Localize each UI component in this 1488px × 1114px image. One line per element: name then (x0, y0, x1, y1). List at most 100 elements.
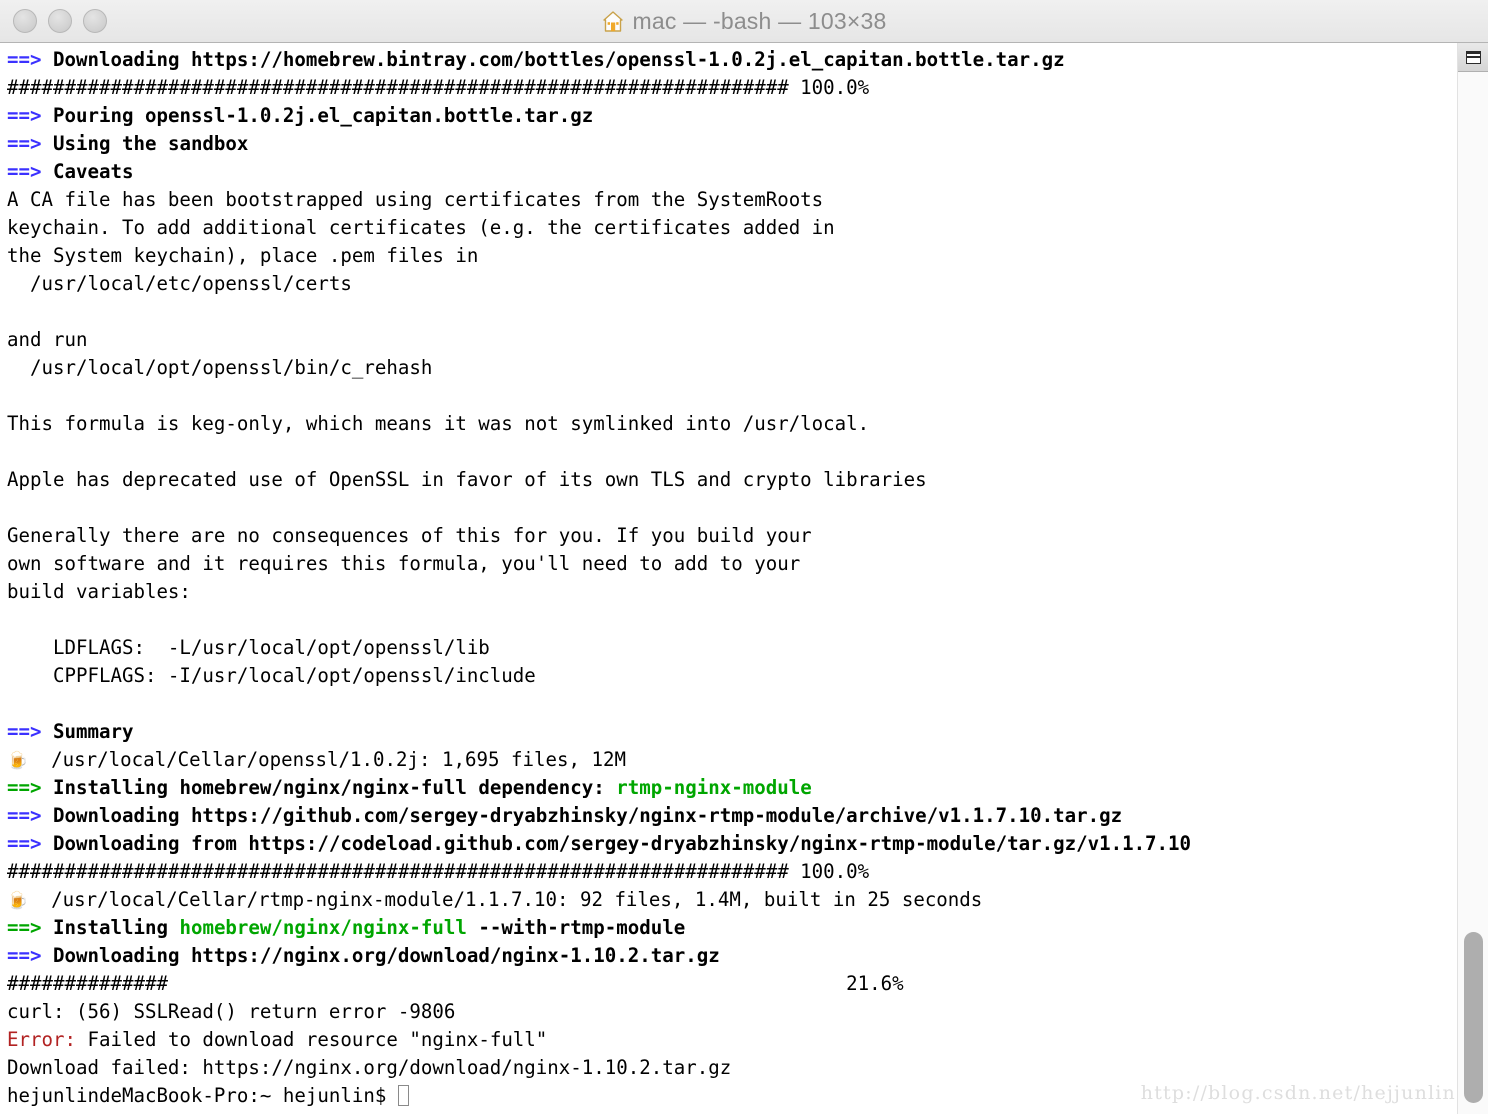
terminal-line: keychain. To add additional certificates… (7, 214, 1488, 242)
terminal-span: ==> (7, 832, 42, 855)
terminal-span: Caveats (41, 160, 134, 183)
terminal-line: ==> Downloading https://nginx.org/downlo… (7, 942, 1488, 970)
terminal-line: 🍺 /usr/local/Cellar/rtmp-nginx-module/1.… (7, 886, 1488, 914)
terminal-line: Generally there are no consequences of t… (7, 522, 1488, 550)
terminal-span: ==> (7, 48, 42, 71)
window-title-container: mac — -bash — 103×38 (0, 0, 1488, 42)
terminal-span: Using the sandbox (41, 132, 249, 155)
terminal-line: ########################################… (7, 858, 1488, 886)
terminal-line: A CA file has been bootstrapped using ce… (7, 186, 1488, 214)
terminal-span: Downloading from https://codeload.github… (41, 832, 1192, 855)
terminal-span: Pouring openssl-1.0.2j.el_capitan.bottle… (41, 104, 594, 127)
terminal-span: /usr/local/Cellar/rtmp-nginx-module/1.1.… (28, 888, 983, 911)
terminal-line: Download failed: https://nginx.org/downl… (7, 1054, 1488, 1082)
terminal-span: homebrew/nginx/nginx-full (179, 916, 467, 939)
terminal-span: curl: (56) SSLRead() return error -9806 (7, 1000, 456, 1023)
terminal-line: ==> Downloading https://homebrew.bintray… (7, 46, 1488, 74)
zoom-button[interactable] (83, 9, 107, 33)
terminal-span: the System keychain), place .pem files i… (7, 244, 479, 267)
terminal-span: ==> (7, 944, 42, 967)
terminal-span: rtmp-nginx-module (616, 776, 812, 799)
terminal-line: ==> Downloading from https://codeload.gi… (7, 830, 1488, 858)
terminal-line: ==> Downloading https://github.com/serge… (7, 802, 1488, 830)
terminal-cursor (397, 1085, 409, 1106)
terminal-line: CPPFLAGS: -I/usr/local/opt/openssl/inclu… (7, 662, 1488, 690)
home-icon (602, 10, 624, 33)
terminal-line: Error: Failed to download resource "ngin… (7, 1026, 1488, 1054)
terminal-span: hejunlindeMacBook-Pro:~ hejunlin$ (7, 1084, 398, 1107)
terminal-line: ############## 21.6% (7, 970, 1488, 998)
close-button[interactable] (13, 9, 37, 33)
terminal-window: mac — -bash — 103×38 ==> Downloading htt… (0, 0, 1488, 1114)
terminal-span: 🍺 (7, 751, 29, 771)
terminal-span: Download failed: https://nginx.org/downl… (7, 1056, 732, 1079)
terminal-screen[interactable]: ==> Downloading https://homebrew.bintray… (7, 46, 1488, 1110)
terminal-span: 🍺 (7, 891, 29, 911)
terminal-span: ############## 21.6% (7, 972, 904, 995)
terminal-line: ==> Summary (7, 718, 1488, 746)
terminal-line: ==> Using the sandbox (7, 130, 1488, 158)
terminal-line: ==> Installing homebrew/nginx/nginx-full… (7, 774, 1488, 802)
terminal-marks-icon[interactable] (1458, 43, 1488, 72)
terminal-body[interactable]: ==> Downloading https://homebrew.bintray… (0, 43, 1488, 1114)
terminal-line: and run (7, 326, 1488, 354)
terminal-span: ########################################… (7, 76, 870, 99)
terminal-span: A CA file has been bootstrapped using ce… (7, 188, 824, 211)
terminal-line: ==> Caveats (7, 158, 1488, 186)
terminal-span: Installing homebrew/nginx/nginx-full dep… (41, 776, 617, 799)
terminal-line: /usr/local/opt/openssl/bin/c_rehash (7, 354, 1488, 382)
terminal-line: 🍺 /usr/local/Cellar/openssl/1.0.2j: 1,69… (7, 746, 1488, 774)
terminal-line: build variables: (7, 578, 1488, 606)
terminal-span: Installing (41, 916, 180, 939)
terminal-span: LDFLAGS: -L/usr/local/opt/openssl/lib (7, 636, 490, 659)
terminal-line: LDFLAGS: -L/usr/local/opt/openssl/lib (7, 634, 1488, 662)
window-title-text: mac — -bash — 103×38 (632, 7, 887, 34)
terminal-span: Downloading https://homebrew.bintray.com… (41, 48, 1065, 71)
scrollbar-thumb[interactable] (1464, 931, 1483, 1104)
terminal-span: ==> (7, 804, 42, 827)
terminal-span: ########################################… (7, 860, 870, 883)
terminal-line: curl: (56) SSLRead() return error -9806 (7, 998, 1488, 1026)
terminal-span: ==> (7, 776, 42, 799)
terminal-line: ########################################… (7, 74, 1488, 102)
terminal-span: build variables: (7, 580, 191, 603)
terminal-span: ==> (7, 160, 42, 183)
terminal-span: ==> (7, 132, 42, 155)
terminal-line: own software and it requires this formul… (7, 550, 1488, 578)
terminal-span: Downloading https://nginx.org/download/n… (41, 944, 720, 967)
terminal-line: Apple has deprecated use of OpenSSL in f… (7, 466, 1488, 494)
list-lines-icon (1465, 50, 1481, 64)
minimize-button[interactable] (48, 9, 72, 33)
terminal-line: This formula is keg-only, which means it… (7, 410, 1488, 438)
terminal-line: ==> Installing homebrew/nginx/nginx-full… (7, 914, 1488, 942)
window-controls (13, 9, 107, 33)
terminal-span: own software and it requires this formul… (7, 552, 801, 575)
terminal-span: --with-rtmp-module (466, 916, 686, 939)
watermark-text: http://blog.csdn.net/hejjunlin (1140, 1082, 1456, 1104)
terminal-span: CPPFLAGS: -I/usr/local/opt/openssl/inclu… (7, 664, 536, 687)
terminal-span: ==> (7, 916, 42, 939)
terminal-span: Summary (41, 720, 134, 743)
terminal-line: /usr/local/etc/openssl/certs (7, 270, 1488, 298)
terminal-span: /usr/local/etc/openssl/certs (7, 272, 352, 295)
terminal-scrollbar[interactable] (1457, 43, 1488, 1114)
terminal-span: ==> (7, 104, 42, 127)
terminal-span: Failed to download resource "nginx-full" (75, 1028, 548, 1051)
terminal-span: Error: (7, 1028, 76, 1051)
terminal-span: Downloading https://github.com/sergey-dr… (41, 804, 1123, 827)
terminal-span: /usr/local/opt/openssl/bin/c_rehash (7, 356, 433, 379)
terminal-line: the System keychain), place .pem files i… (7, 242, 1488, 270)
window-titlebar: mac — -bash — 103×38 (0, 0, 1488, 43)
terminal-span: keychain. To add additional certificates… (7, 216, 835, 239)
terminal-span: ==> (7, 720, 42, 743)
terminal-span: Apple has deprecated use of OpenSSL in f… (7, 468, 927, 491)
terminal-span: and run (7, 328, 88, 351)
terminal-span: This formula is keg-only, which means it… (7, 412, 870, 435)
terminal-line: ==> Pouring openssl-1.0.2j.el_capitan.bo… (7, 102, 1488, 130)
